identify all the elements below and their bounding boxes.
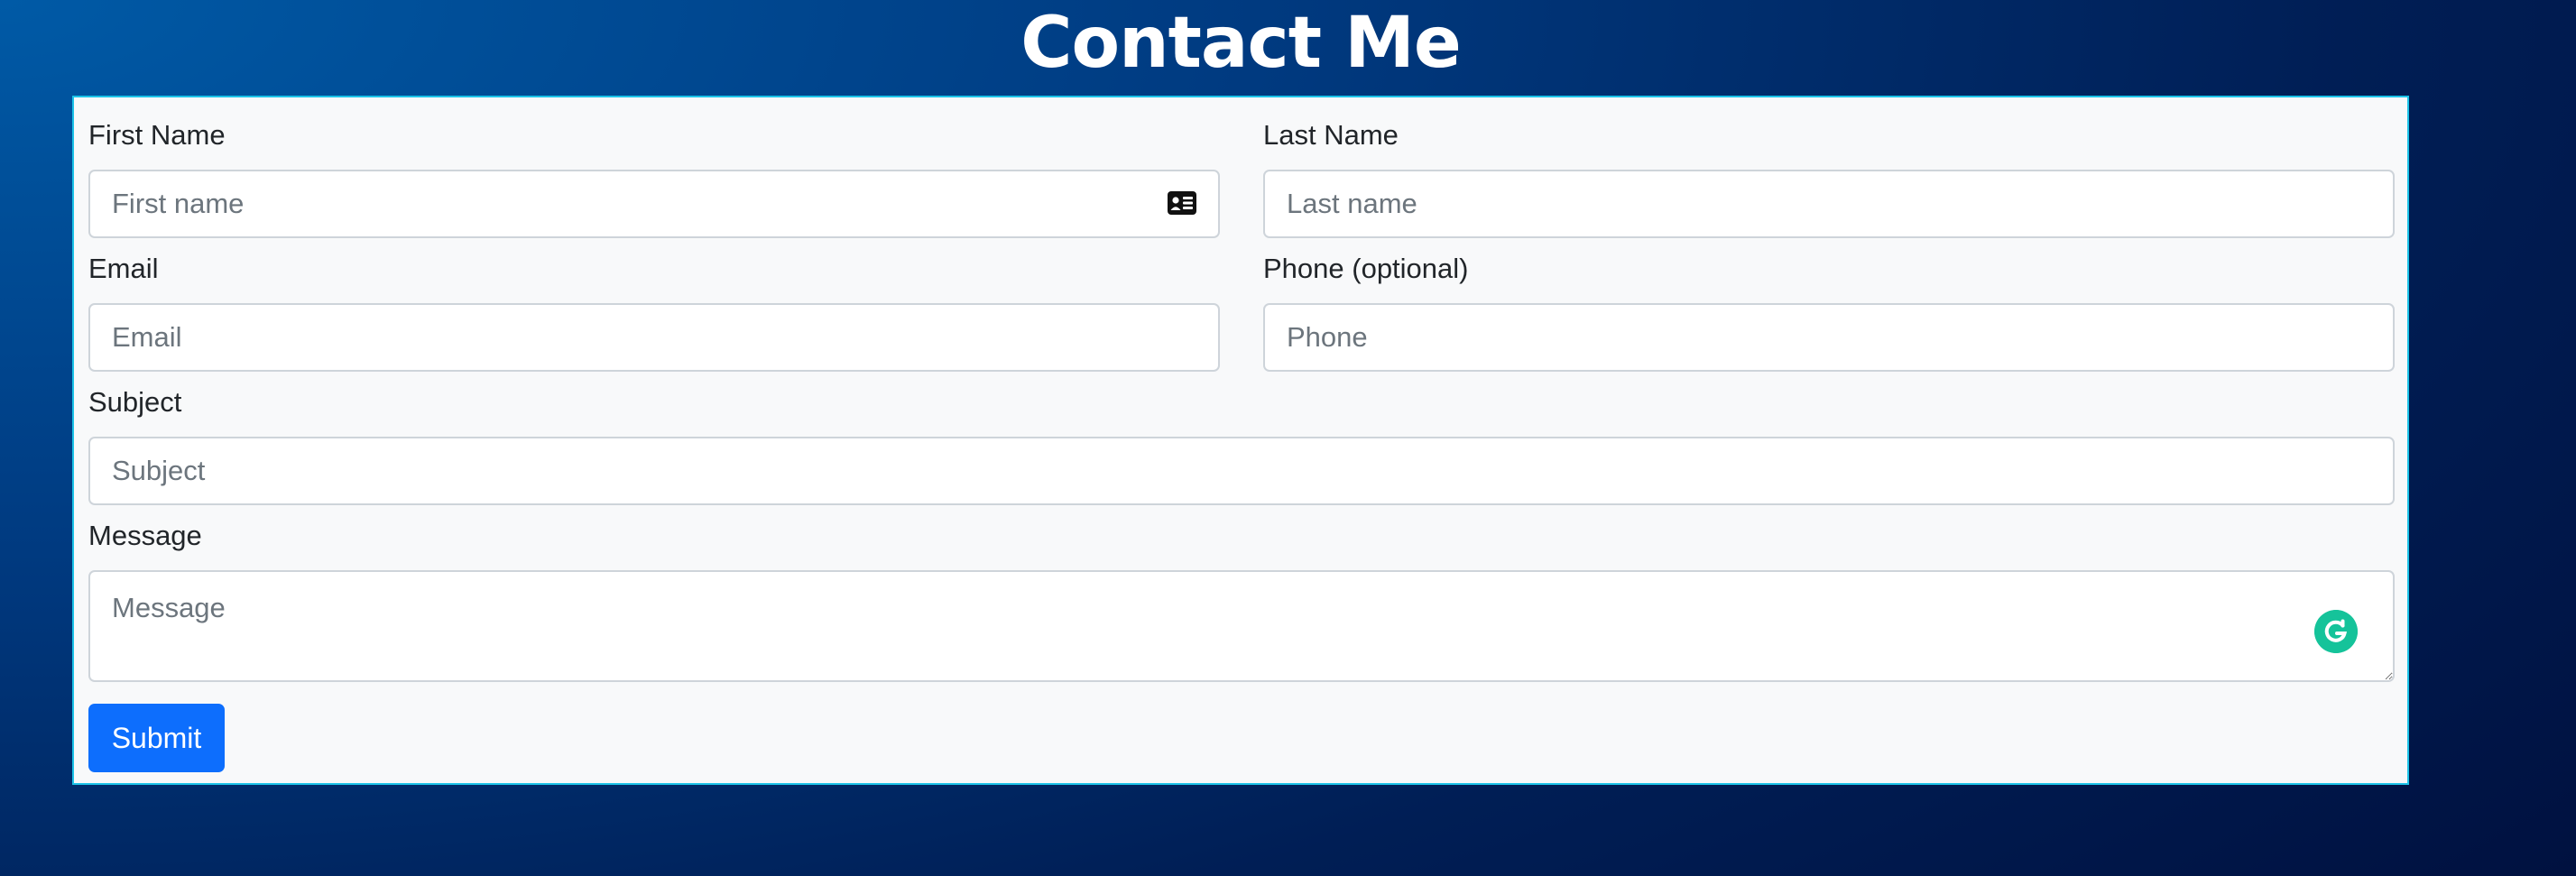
email-input[interactable]	[88, 303, 1220, 372]
grammarly-icon[interactable]	[2314, 610, 2358, 653]
message-textarea[interactable]	[88, 570, 2395, 682]
first-name-label: First Name	[88, 119, 226, 151]
email-label: Email	[88, 253, 159, 284]
last-name-input[interactable]	[1263, 170, 2395, 238]
contact-form: First Name Last Name Email Phone (option…	[72, 96, 2409, 785]
submit-button[interactable]: Submit	[88, 704, 225, 772]
page-title: Contact Me	[1020, 3, 1461, 84]
subject-input[interactable]	[88, 437, 2395, 505]
subject-label: Subject	[88, 386, 182, 418]
first-name-input[interactable]	[88, 170, 1220, 238]
contact-card-icon[interactable]	[1168, 191, 1196, 215]
phone-input[interactable]	[1263, 303, 2395, 372]
phone-label: Phone (optional)	[1263, 253, 1469, 284]
message-label: Message	[88, 520, 202, 551]
last-name-label: Last Name	[1263, 119, 1399, 151]
